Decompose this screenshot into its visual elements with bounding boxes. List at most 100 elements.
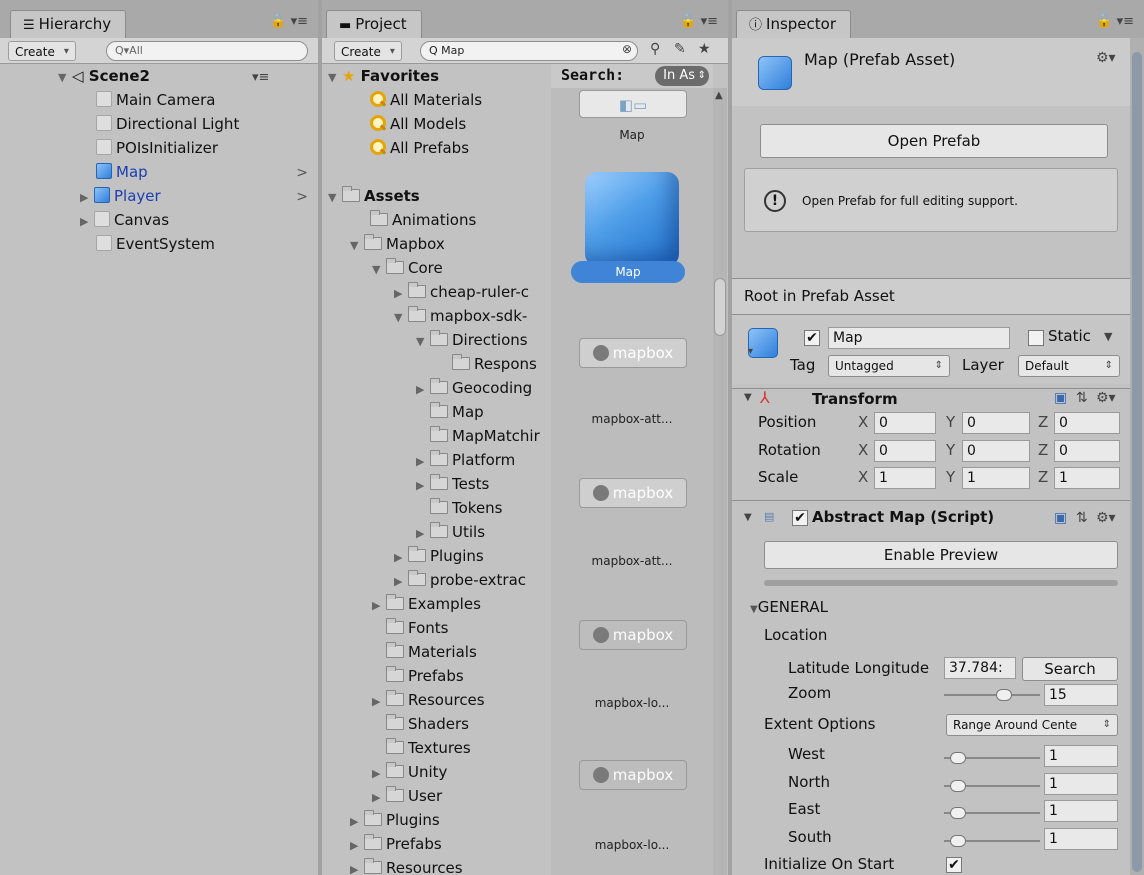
folder-item[interactable]: ▶ Resources [372, 688, 485, 712]
zoom-slider-knob[interactable] [996, 689, 1012, 701]
hierarchy-create-button[interactable]: Create [8, 41, 76, 62]
expand-arrow-icon[interactable]: ▶ [372, 762, 386, 786]
result-label[interactable]: mapbox-att... [551, 554, 713, 568]
expand-arrow-icon[interactable]: ▶ [394, 546, 408, 570]
latlon-field[interactable]: 37.784: [944, 657, 1016, 679]
hierarchy-item[interactable]: Map [96, 160, 148, 184]
scene-row[interactable]: ▼ ◁ Scene2 [58, 64, 150, 88]
map-prefab-cube-icon[interactable] [585, 172, 679, 266]
expand-arrow-icon[interactable]: ▼ [416, 330, 430, 354]
tag-dropdown[interactable]: Untagged [828, 355, 950, 377]
rotation-z-field[interactable]: 0 [1054, 440, 1120, 462]
expand-arrow-icon[interactable]: ▶ [372, 594, 386, 618]
folder-item[interactable]: ▶ Tests [416, 472, 489, 496]
expand-arrow-icon[interactable]: ▶ [372, 690, 386, 714]
south-field[interactable]: 1 [1044, 828, 1118, 850]
lock-menu-icon[interactable]: 🔒 ▾≡ [270, 14, 308, 29]
script-enabled-checkbox[interactable]: ✔ [792, 510, 808, 526]
favorites-row[interactable]: ▼ ★ Favorites [328, 64, 439, 88]
collapse-arrow-icon[interactable]: ▼ [744, 392, 752, 403]
east-slider-knob[interactable] [950, 807, 966, 819]
scene-menu-icon[interactable]: ▾≡ [252, 70, 308, 85]
expand-arrow-icon[interactable]: ▶ [416, 474, 430, 498]
folder-item[interactable]: ▶ Unity [372, 760, 447, 784]
expand-arrow-icon[interactable]: ▼ [394, 306, 408, 330]
search-location-button[interactable]: Search [1022, 657, 1118, 681]
folder-item[interactable]: ▶ Plugins [350, 808, 440, 832]
assets-row[interactable]: ▼ Assets [328, 184, 420, 208]
hierarchy-item[interactable]: POIsInitializer [96, 136, 218, 160]
expand-arrow-icon[interactable]: ▼ [58, 66, 72, 90]
folder-item[interactable]: ▶ Plugins [394, 544, 484, 568]
folder-item[interactable]: Respons [452, 352, 537, 376]
scroll-up-icon[interactable]: ▲ [715, 90, 723, 101]
active-checkbox[interactable]: ✔ [804, 330, 820, 346]
folder-item[interactable]: ▼ Mapbox [350, 232, 445, 256]
west-field[interactable]: 1 [1044, 745, 1118, 767]
expand-arrow-icon[interactable]: ▶ [80, 210, 94, 234]
mapbox-logo-thumbnail[interactable]: mapbox [579, 338, 687, 368]
folder-item[interactable]: ▶ Geocoding [416, 376, 532, 400]
mapbox-logo-thumbnail[interactable]: mapbox [579, 478, 687, 508]
folder-item[interactable]: ▼ Core [372, 256, 443, 280]
folder-item[interactable]: ▶ Utils [416, 520, 485, 544]
help-book-icon[interactable]: ▣ [1054, 510, 1067, 526]
icon-dropdown-icon[interactable]: ▾ [748, 346, 753, 357]
favorite-star-icon[interactable]: ★ [698, 41, 711, 57]
hierarchy-item[interactable]: ▶ Canvas [80, 208, 169, 232]
hierarchy-item[interactable]: EventSystem [96, 232, 215, 256]
mapbox-logo-thumbnail[interactable]: mapbox [579, 620, 687, 650]
expand-arrow-icon[interactable]: ▶ [416, 522, 430, 546]
search-scope-dropdown[interactable]: In As [655, 66, 709, 86]
scale-y-field[interactable]: 1 [962, 467, 1030, 489]
hierarchy-item[interactable]: Directional Light [96, 112, 239, 136]
expand-arrow-icon[interactable]: ▼ [328, 66, 342, 90]
hierarchy-item[interactable]: Main Camera [96, 88, 215, 112]
expand-arrow-icon[interactable]: ▼ [350, 234, 364, 258]
expand-arrow-icon[interactable]: ▶ [350, 810, 364, 834]
expand-arrow-icon[interactable]: ▶ [350, 834, 364, 858]
zoom-slider[interactable] [944, 694, 1040, 696]
folder-item[interactable]: Fonts [386, 616, 448, 640]
position-y-field[interactable]: 0 [962, 412, 1030, 434]
filter-type-icon[interactable]: ⚲ [650, 41, 660, 57]
folder-item[interactable]: MapMatchir [430, 424, 540, 448]
folder-item[interactable]: ▼ mapbox-sdk- [394, 304, 527, 328]
enable-preview-button[interactable]: Enable Preview [764, 541, 1118, 569]
scale-z-field[interactable]: 1 [1054, 467, 1120, 489]
result-label[interactable]: mapbox-lo... [551, 838, 713, 852]
west-slider-knob[interactable] [950, 752, 966, 764]
scale-x-field[interactable]: 1 [874, 467, 936, 489]
chevron-right-icon[interactable]: > [296, 165, 308, 181]
north-field[interactable]: 1 [1044, 773, 1118, 795]
north-slider-knob[interactable] [950, 780, 966, 792]
result-label[interactable]: Map [551, 128, 713, 142]
folder-item[interactable]: ▶ Resources [350, 856, 463, 875]
selected-result-label[interactable]: Map [571, 261, 685, 283]
position-z-field[interactable]: 0 [1054, 412, 1120, 434]
expand-arrow-icon[interactable]: ▶ [80, 186, 94, 210]
folder-item[interactable]: ▶ Examples [372, 592, 481, 616]
folder-item[interactable]: ▶ Platform [416, 448, 515, 472]
position-x-field[interactable]: 0 [874, 412, 936, 434]
expand-arrow-icon[interactable]: ▶ [416, 450, 430, 474]
inspector-scrollbar[interactable] [1130, 38, 1144, 875]
east-field[interactable]: 1 [1044, 800, 1118, 822]
folder-item[interactable]: ▼ Directions [416, 328, 528, 352]
folder-item[interactable]: Map [430, 400, 484, 424]
expand-arrow-icon[interactable]: ▶ [416, 378, 430, 402]
expand-arrow-icon[interactable]: ▶ [394, 282, 408, 306]
scrollbar-thumb[interactable] [1132, 52, 1142, 872]
expand-arrow-icon[interactable]: ▶ [372, 786, 386, 810]
folder-item[interactable]: ▶ Prefabs [350, 832, 442, 856]
folder-item[interactable]: ▶ probe-extrac [394, 568, 526, 592]
gear-icon[interactable]: ⚙▾ [1096, 390, 1116, 406]
rotation-y-field[interactable]: 0 [962, 440, 1030, 462]
folder-item[interactable]: Prefabs [386, 664, 464, 688]
chevron-right-icon[interactable]: > [296, 189, 308, 205]
south-slider-knob[interactable] [950, 835, 966, 847]
expand-arrow-icon[interactable]: ▶ [350, 858, 364, 875]
collapse-arrow-icon[interactable]: ▼ [744, 512, 752, 523]
folder-item[interactable]: Shaders [386, 712, 469, 736]
result-label[interactable]: mapbox-att... [551, 412, 713, 426]
